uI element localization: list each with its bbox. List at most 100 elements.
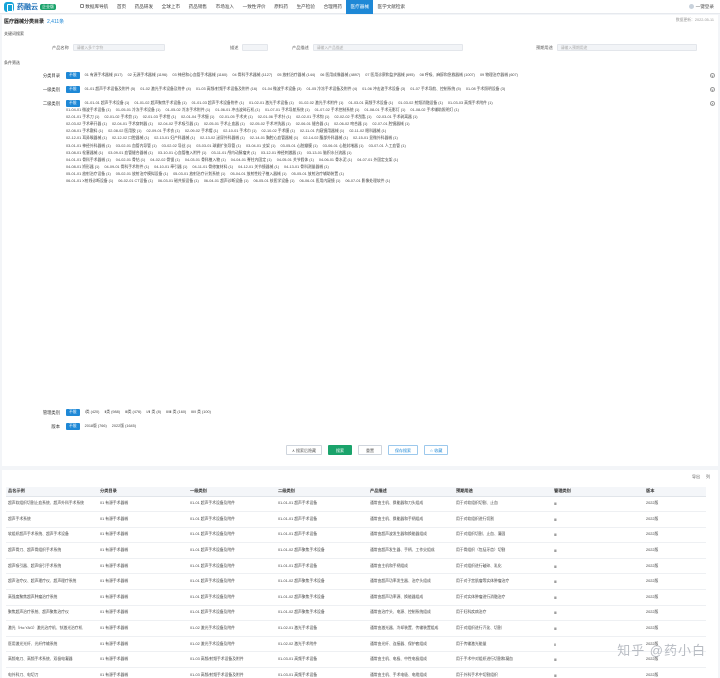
collapse-level1-icon[interactable]: ∨ xyxy=(710,87,715,92)
filter-option[interactable]: 01-07-01 手术导航系统 (1) xyxy=(265,107,310,114)
filter-option[interactable]: 06-02-01 CT设备 (1) xyxy=(118,178,153,185)
filter-option[interactable]: 02-09-02 手术帽 (1) xyxy=(185,128,218,135)
filter-option[interactable]: 01-01-03 超声手术设备附件 (1) xyxy=(192,100,244,107)
filter-option[interactable]: 04-02-01 骨钻 (1) xyxy=(116,157,146,164)
filter-option[interactable]: 02-01-06 手术针 (1) xyxy=(258,114,291,121)
filter-option[interactable]: 06-04-01 超声诊断设备 (1) xyxy=(204,178,249,185)
filter-option[interactable]: 01-05 冷冻手术设备及附件 (4) xyxy=(307,86,358,93)
filter-option[interactable]: 02-11-02 眼科器械 (1) xyxy=(349,128,386,135)
column-header[interactable]: 预期用途 xyxy=(454,487,552,497)
table-row[interactable]: 激光（Ho:YAG）激光治疗机、钬激光治疗机 01 有源手术器械 01-02 激光手… xyxy=(6,620,706,637)
filter-option[interactable]: 02-08-02 医用胶 (1) xyxy=(108,128,141,135)
table-row[interactable]: 超声软组织切割止血系统、超声外科手术系统 01 有源手术器械 01-01 超声手术设… xyxy=(6,496,706,513)
filter-option[interactable]: 02-13-02 泌尿外科器械 (1) xyxy=(200,135,245,142)
filter-option[interactable]: 01-04 微波手术设备 (3) xyxy=(262,86,301,93)
table-row[interactable]: 电外科刀、电切刀 01 有源手术器械 01-03 高频/射频手术设备及附件 01-03… xyxy=(6,667,706,678)
search-button[interactable]: 搜索 xyxy=(328,445,352,455)
filter-option[interactable]: 03-09-01 血管缝合器械 (1) xyxy=(108,150,153,157)
filter-option[interactable]: 04 骨科手术器械 (1127) xyxy=(232,72,272,79)
nav-item-7[interactable]: 原料药 xyxy=(270,0,292,14)
filter-option[interactable]: 02-01-01 手术刀 (1) xyxy=(66,114,99,121)
column-header[interactable]: 产品描述 xyxy=(368,487,454,497)
filter-option[interactable]: 01-06-01 冲击波碎石机 (1) xyxy=(215,107,260,114)
filter-option[interactable]: 01-08-01 手术无影灯 (1) xyxy=(364,107,405,114)
nav-item-3[interactable]: 全球上市 xyxy=(157,0,184,14)
nav-item-1[interactable]: 首页 xyxy=(113,0,131,14)
product-desc-input[interactable]: 请输入产品描述 xyxy=(312,44,463,51)
filter-option[interactable]: 不限 xyxy=(66,423,80,431)
filter-option[interactable]: 不限 xyxy=(66,409,80,417)
filter-option[interactable]: 01-03-01 高频手术设备 (1) xyxy=(348,100,393,107)
collapse-level2-icon[interactable]: ∧ xyxy=(710,101,715,106)
filter-option[interactable]: 04-08-01 矫形器 (1) xyxy=(66,164,99,171)
filter-option[interactable]: 02-12-02 口腔器械 (1) xyxy=(112,135,149,142)
filter-option[interactable]: 01-01 超声手术设备及附件 (5) xyxy=(85,86,136,93)
collapse-category-icon[interactable]: ∨ xyxy=(710,73,715,78)
table-row[interactable]: 高频电刀、高频手术系统、双极电凝器 01 有源手术器械 01-03 高频/射频手术设… xyxy=(6,651,706,669)
product-name-input[interactable]: 请输入多个字符 xyxy=(72,44,165,51)
filter-option[interactable]: 2022版 (1645) xyxy=(112,423,136,430)
filter-option[interactable]: 02-02-01 手术钩 (1) xyxy=(296,114,329,121)
nav-item-4[interactable]: 药品销售 xyxy=(184,0,211,14)
filter-option[interactable]: 09 物理治疗器械 (607) xyxy=(480,72,518,79)
filter-option[interactable]: 04-06-01 骨水泥 (1) xyxy=(319,157,352,164)
filter-option[interactable]: 03-11-01 颅内动脉瘤夹 (1) xyxy=(211,150,255,157)
filter-option[interactable]: 02-11-01 内窥镜用器械 (1) xyxy=(300,128,344,135)
filter-option[interactable]: 02-06-01 缝合器 (1) xyxy=(296,121,329,128)
filter-option[interactable]: 01-01-01 超声手术设备 (1) xyxy=(85,100,130,107)
filter-option[interactable]: 03-04-01 支架 (1) xyxy=(246,143,276,150)
filter-option[interactable]: 01-08-02 手术辅助照明灯 (1) xyxy=(410,107,459,114)
filter-option[interactable]: 02 无源手术器械 (1196) xyxy=(128,72,168,79)
filter-option[interactable]: 04-03-01 骨科植入物 (1) xyxy=(185,157,226,164)
filter-option[interactable]: 02-06-02 吻合器 (1) xyxy=(334,121,367,128)
filter-option[interactable]: 04-04-01 脊柱内固定 (1) xyxy=(231,157,272,164)
nav-item-9[interactable]: 合理用药 xyxy=(319,0,346,14)
description-input[interactable] xyxy=(242,44,269,51)
filter-option[interactable]: 03-05-01 心脏瓣膜 (1) xyxy=(281,143,318,150)
filter-option[interactable]: 06-05-01 核医学设备 (1) xyxy=(254,178,295,185)
filter-option[interactable]: 01-05-02 冷冻手术附件 (1) xyxy=(165,107,210,114)
reset-button[interactable]: 重置 xyxy=(358,445,382,455)
nav-item-11[interactable]: 医学文献检索 xyxy=(373,0,409,14)
save-search-button[interactable]: 保存搜索 xyxy=(388,445,418,455)
filter-option[interactable]: 01-02-02 激光手术附件 (1) xyxy=(299,100,344,107)
hide-filters-button[interactable]: ∧ 搜索后隐藏 xyxy=(286,445,322,455)
filter-option[interactable]: Ⅱ/Ⅲ 类 (160) xyxy=(166,409,186,416)
filter-option[interactable]: 02-01-04 手术镊 (1) xyxy=(181,114,214,121)
nav-item-2[interactable]: 药品研发 xyxy=(130,0,157,14)
filter-option[interactable]: 03-13-01 脑积水分流器 (1) xyxy=(307,150,352,157)
filter-option[interactable]: 01-01-02 超声聚焦手术设备 (1) xyxy=(134,100,186,107)
filter-option[interactable]: 04-05-01 关节假体 (1) xyxy=(277,157,314,164)
column-header[interactable]: 版本 xyxy=(644,487,706,497)
column-header[interactable]: 管理类别 xyxy=(552,487,644,497)
filter-option[interactable]: 01-03 高频/射频手术设备及附件 (16) xyxy=(196,86,257,93)
filter-option[interactable]: 05 放射治疗器械 (144) xyxy=(277,72,315,79)
filter-option[interactable]: 06 医用成像器械 (4897) xyxy=(320,72,360,79)
filter-option[interactable]: 04-02-02 骨锯 (1) xyxy=(150,157,180,164)
filter-option[interactable]: 不限 xyxy=(66,100,80,108)
filter-option[interactable]: 02-01-03 手术钳 (1) xyxy=(143,114,176,121)
filter-option[interactable]: 03-10-01 心血管植入附件 (1) xyxy=(158,150,207,157)
filter-option[interactable]: 01-05-01 冷冻手术设备 (1) xyxy=(116,107,161,114)
filter-option[interactable]: 03-06-01 心脏封堵器 (1) xyxy=(323,143,364,150)
table-row[interactable]: 超声治疗仪、超声理疗仪、超声理疗系统 01 有源手术器械 01-01 超声手术设备及… xyxy=(6,573,706,591)
nav-item-6[interactable]: 一致性评价 xyxy=(238,0,270,14)
filter-option[interactable]: 02-05-02 手术冲洗器 (1) xyxy=(250,121,291,128)
column-header[interactable]: 品名示例 xyxy=(6,487,98,497)
filter-option[interactable]: 03-02-01 血管内导管 (1) xyxy=(116,143,157,150)
table-row[interactable]: 超声骨刀、超声骨组织手术系统 01 有源手术器械 01-01 超声手术设备及附件 01… xyxy=(6,542,706,559)
filter-option[interactable]: 01-06 冲击波手术设备 (3) xyxy=(362,86,405,93)
filter-option[interactable]: 02-02-02 手术刮匙 (1) xyxy=(334,114,371,121)
filter-option[interactable]: 05-05-01 放射治疗辅助装置 (1) xyxy=(292,171,344,178)
filter-option[interactable]: 05-02-01 放射治疗模拟设备 (1) xyxy=(116,171,168,178)
filter-option[interactable]: 05-04-01 放射性粒子植入器械 (1) xyxy=(230,171,286,178)
column-header[interactable]: 分类目录 xyxy=(98,487,188,497)
table-row[interactable]: 医用激光光纤、光纤传输系统 01 有源手术器械 01-02 激光手术设备及附件 01-… xyxy=(6,636,706,653)
filter-option[interactable]: 02-07-01 腔镜器械 (1) xyxy=(372,121,409,128)
filter-option[interactable]: 01-03-02 射频消融设备 (1) xyxy=(398,100,443,107)
filter-option[interactable]: 02-10-01 手术巾 (1) xyxy=(223,128,256,135)
filter-option[interactable]: 06-07-01 影像处理软件 (1) xyxy=(345,178,390,185)
table-tool-0[interactable]: 导出 xyxy=(692,474,700,479)
filter-option[interactable]: Ⅱ类 (988) xyxy=(104,409,120,416)
filter-option[interactable]: 04-12-01 关节镜器械 (1) xyxy=(238,164,279,171)
